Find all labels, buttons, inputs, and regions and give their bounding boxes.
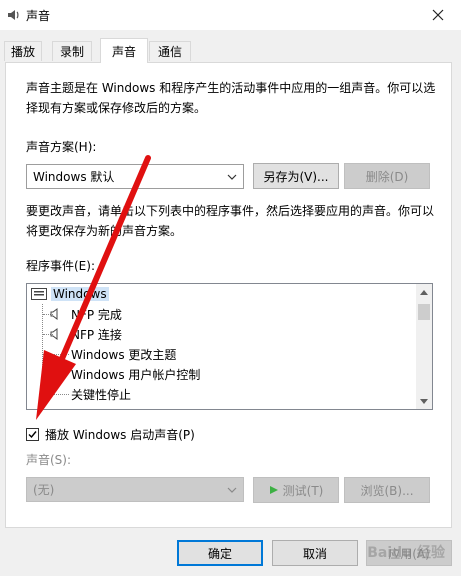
check-icon (28, 431, 37, 439)
scheme-value: Windows 默认 (33, 170, 115, 184)
list-item-root[interactable]: Windows (31, 284, 109, 304)
speaker-icon (50, 328, 58, 340)
sound-label: 声音(S): (26, 453, 72, 467)
chevron-down-icon (227, 487, 237, 493)
title-bar: 声音 (0, 0, 461, 30)
tab-playback[interactable]: 播放 (4, 41, 42, 61)
tree-branch (43, 354, 69, 355)
sound-select[interactable]: (无) (26, 477, 244, 502)
program-events-list[interactable]: Windows NFP 完成 NFP 连接 Windows 更改主题 Windo… (26, 283, 433, 410)
list-item[interactable]: Windows 更改主题 (71, 344, 176, 364)
events-label: 程序事件(E): (26, 259, 95, 273)
tab-sounds[interactable]: 声音 (100, 38, 148, 63)
play-icon (269, 486, 278, 494)
startup-sound-checkbox[interactable] (26, 428, 39, 441)
instructions-text: 要更改声音，请单击以下列表中的程序事件，然后选择要应用的声音。你可以将更改保存为… (26, 204, 435, 238)
list-item[interactable]: NFP 完成 (49, 304, 122, 324)
chevron-down-icon (227, 174, 237, 180)
scroll-thumb[interactable] (418, 304, 430, 320)
intro-text: 声音主题是在 Windows 和程序产生的活动事件中应用的一组声音。你可以选择现… (26, 81, 436, 115)
ok-button[interactable]: 确定 (177, 540, 263, 566)
tab-recording[interactable]: 录制 (52, 41, 92, 61)
speaker-icon (8, 10, 19, 20)
speaker-icon (50, 368, 58, 380)
scheme-select[interactable]: Windows 默认 (26, 164, 244, 189)
close-button[interactable] (415, 0, 461, 30)
tree-branch (43, 394, 69, 395)
close-icon (432, 9, 444, 21)
window-title: 声音 (26, 9, 51, 23)
scroll-up-button[interactable] (416, 284, 432, 300)
speaker-icon (50, 308, 58, 320)
list-item[interactable]: Windows 用户帐户控制 (49, 364, 200, 384)
sounds-panel: 声音主题是在 Windows 和程序产生的活动事件中应用的一组声音。你可以选择现… (5, 62, 452, 528)
chevron-down-icon (420, 398, 428, 404)
cancel-button[interactable]: 取消 (272, 540, 358, 566)
delete-button[interactable]: 删除(D) (344, 163, 430, 189)
chevron-up-icon (420, 289, 428, 295)
sound-value: (无) (33, 483, 55, 497)
scroll-down-button[interactable] (416, 393, 432, 409)
tab-communications[interactable]: 通信 (149, 41, 191, 61)
startup-sound-label[interactable]: 播放 Windows 启动声音(P) (45, 425, 195, 445)
test-button[interactable]: 测试(T) (253, 477, 339, 503)
save-as-button[interactable]: 另存为(V)... (253, 163, 339, 189)
scheme-label: 声音方案(H): (26, 140, 97, 154)
list-item[interactable]: 关键性停止 (71, 384, 131, 404)
windows-folder-icon (31, 288, 47, 300)
browse-button[interactable]: 浏览(B)... (344, 477, 430, 503)
watermark: Baidu 经验 (367, 545, 445, 561)
list-item[interactable]: NFP 连接 (49, 324, 122, 344)
scrollbar[interactable] (416, 284, 432, 409)
